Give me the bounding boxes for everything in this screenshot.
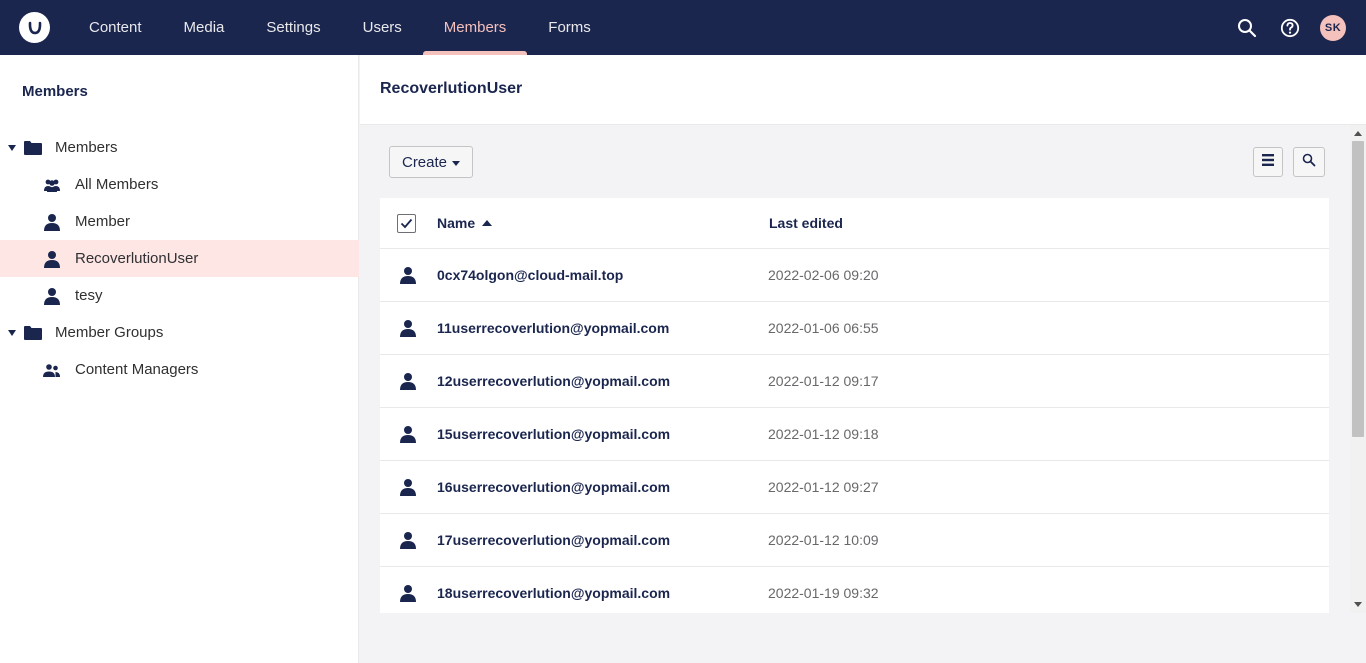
create-button[interactable]: Create: [389, 146, 473, 178]
tree-item-recoverlutionuser[interactable]: RecoverlutionUser: [0, 240, 359, 277]
user-icon: [42, 286, 62, 306]
sidebar: Members Members All Members Member Recov…: [0, 55, 359, 663]
users-icon: [42, 175, 62, 195]
last-edited-date: 2022-01-12 09:27: [768, 479, 879, 495]
nav-members[interactable]: Members: [422, 0, 528, 55]
sort-ascending-icon: [482, 220, 493, 226]
tree-item-members[interactable]: Members: [0, 129, 359, 166]
last-edited-date: 2022-01-12 09:17: [768, 373, 879, 389]
nav-media[interactable]: Media: [163, 0, 246, 55]
column-header-name-label: Name: [437, 215, 476, 231]
caret-down-icon[interactable]: [8, 329, 16, 336]
user-icon: [399, 266, 417, 284]
member-name[interactable]: 17userrecoverlution@yopmail.com: [437, 532, 670, 548]
vertical-scrollbar[interactable]: [1350, 125, 1366, 613]
member-tree: Members All Members Member Recoverlution…: [0, 129, 359, 388]
user-icon: [42, 249, 62, 269]
help-icon[interactable]: [1277, 15, 1303, 41]
editor-header: RecoverlutionUser: [360, 55, 1366, 125]
users-icon: [42, 360, 62, 380]
table-row[interactable]: 11userrecoverlution@yopmail.com 2022-01-…: [380, 302, 1329, 355]
list-view-button[interactable]: [1253, 147, 1283, 177]
dropdown-caret-icon: [452, 160, 461, 166]
scroll-down-arrow-icon[interactable]: [1354, 602, 1362, 607]
tree-item-content-managers[interactable]: Content Managers: [0, 351, 359, 388]
table-row[interactable]: 17userrecoverlution@yopmail.com 2022-01-…: [380, 514, 1329, 567]
tree-item-label: Member: [75, 213, 131, 230]
tree-item-all-members[interactable]: All Members: [0, 166, 359, 203]
table-row[interactable]: 15userrecoverlution@yopmail.com 2022-01-…: [380, 408, 1329, 461]
nav-content[interactable]: Content: [68, 0, 163, 55]
umbraco-logo-icon[interactable]: [19, 12, 50, 43]
nav-forms[interactable]: Forms: [527, 0, 612, 55]
column-header-name[interactable]: Name: [437, 215, 493, 231]
tree-item-member-groups[interactable]: Member Groups: [0, 314, 359, 351]
last-edited-date: 2022-01-19 09:32: [768, 585, 879, 601]
table-row[interactable]: 16userrecoverlution@yopmail.com 2022-01-…: [380, 461, 1329, 514]
member-name[interactable]: 18userrecoverlution@yopmail.com: [437, 585, 670, 601]
user-icon: [399, 372, 417, 390]
column-header-last-edited[interactable]: Last edited: [769, 215, 843, 231]
tree-item-tesy[interactable]: tesy: [0, 277, 359, 314]
member-name[interactable]: 16userrecoverlution@yopmail.com: [437, 479, 670, 495]
folder-icon: [23, 323, 43, 343]
create-button-label: Create: [401, 153, 448, 171]
last-edited-date: 2022-01-06 06:55: [768, 320, 879, 336]
user-icon: [42, 212, 62, 232]
member-name[interactable]: 12userrecoverlution@yopmail.com: [437, 373, 670, 389]
nav-users[interactable]: Users: [342, 0, 423, 55]
scroll-thumb[interactable]: [1352, 141, 1364, 437]
user-icon: [399, 478, 417, 496]
table-row[interactable]: 12userrecoverlution@yopmail.com 2022-01-…: [380, 355, 1329, 408]
header-tools: SK: [1234, 0, 1346, 55]
member-name[interactable]: 11userrecoverlution@yopmail.com: [437, 320, 669, 336]
scroll-up-arrow-icon[interactable]: [1354, 131, 1362, 136]
user-icon: [399, 319, 417, 337]
tree-item-member[interactable]: Member: [0, 203, 359, 240]
last-edited-date: 2022-01-12 10:09: [768, 532, 879, 548]
user-icon: [399, 584, 417, 602]
table-row[interactable]: 18userrecoverlution@yopmail.com 2022-01-…: [380, 567, 1329, 613]
table-row[interactable]: 0cx74olgon@cloud-mail.top 2022-02-06 09:…: [380, 249, 1329, 302]
user-icon: [399, 531, 417, 549]
search-icon[interactable]: [1234, 15, 1260, 41]
nav-settings[interactable]: Settings: [245, 0, 341, 55]
last-edited-date: 2022-01-12 09:18: [768, 426, 879, 442]
tree-item-label: Member Groups: [55, 324, 164, 341]
list-icon: [1261, 153, 1275, 172]
members-table: Name Last edited 0cx74olgon@cloud-mail.t…: [380, 198, 1329, 613]
tree-item-label: tesy: [75, 287, 103, 304]
user-avatar[interactable]: SK: [1320, 14, 1346, 41]
table-header: Name Last edited: [380, 198, 1329, 249]
search-button[interactable]: [1293, 147, 1325, 177]
top-bar: Content Media Settings Users Members For…: [0, 0, 1366, 55]
sidebar-title: Members: [22, 83, 88, 100]
tree-item-label: Members: [55, 139, 118, 156]
last-edited-date: 2022-02-06 09:20: [768, 267, 879, 283]
main-nav: Content Media Settings Users Members For…: [68, 0, 612, 55]
caret-down-icon[interactable]: [8, 144, 16, 151]
tree-item-label: All Members: [75, 176, 159, 193]
search-icon: [1302, 153, 1316, 172]
member-name[interactable]: 15userrecoverlution@yopmail.com: [437, 426, 670, 442]
folder-icon: [23, 138, 43, 158]
page-title: RecoverlutionUser: [380, 80, 523, 97]
tree-item-label: RecoverlutionUser: [75, 250, 199, 267]
tree-item-label: Content Managers: [75, 361, 199, 378]
member-name[interactable]: 0cx74olgon@cloud-mail.top: [437, 267, 623, 283]
check-icon: [400, 218, 413, 229]
user-icon: [399, 425, 417, 443]
select-all-checkbox[interactable]: [397, 214, 416, 233]
